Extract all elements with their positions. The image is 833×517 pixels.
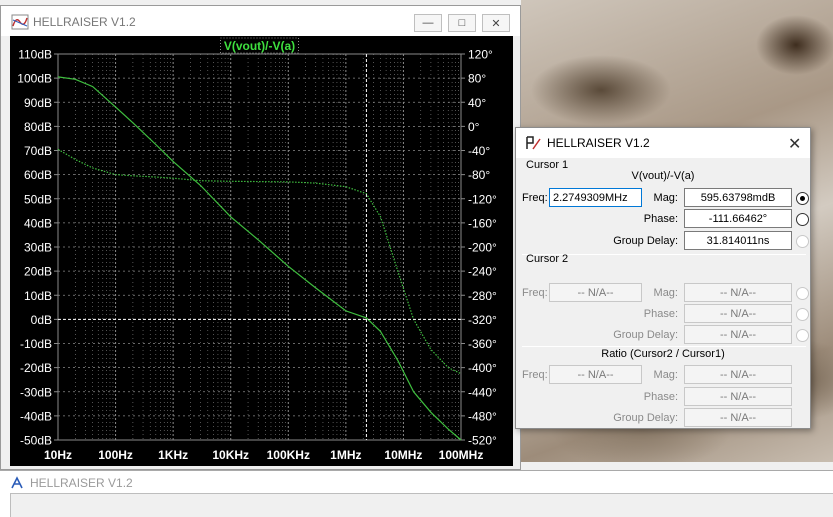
y-left-tick-label: -30dB [20, 385, 52, 399]
ratio-group-delay-field: -- N/A-- [684, 408, 792, 427]
cursor2-separator [522, 346, 806, 347]
maximize-button[interactable]: □ [448, 14, 476, 32]
ratio-phase-label: Phase: [643, 391, 678, 403]
y-left-tick-label: 0dB [31, 313, 52, 327]
ratio-mag-field: -- N/A-- [684, 365, 792, 384]
y-left-tick-label: 60dB [24, 168, 52, 182]
cursor2-phase-field: -- N/A-- [684, 304, 792, 323]
secondary-window-title: HELLRAISER V1.2 [30, 476, 133, 490]
cursor-dialog-titlebar[interactable]: HELLRAISER V1.2 ✕ [516, 128, 810, 158]
plot-window[interactable]: HELLRAISER V1.2 — □ ✕ 10Hz 100Hz 1KHz 10KHz… [0, 5, 521, 470]
ratio-group-delay-label: Group Delay: [613, 412, 678, 424]
y-right-tick-label: -440° [468, 385, 497, 399]
y-right-tick-label: -520° [468, 434, 497, 448]
cursor2-mag-label: Mag: [653, 287, 678, 299]
cursor1-mag-label: Mag: [653, 192, 678, 204]
y-right-tick-label: -120° [468, 192, 497, 206]
y-right-tick-label: -400° [468, 361, 497, 375]
secondary-window[interactable]: HELLRAISER V1.2 [0, 470, 833, 517]
cursor2-group-delay-field: -- N/A-- [684, 325, 792, 344]
x-tick-label: 10KHz [212, 448, 249, 462]
y-left-tick-label: -50dB [20, 434, 52, 448]
cursor2-phase-radio [796, 308, 809, 321]
cursor2-header: Cursor 2 [526, 253, 569, 265]
y-right-tick-label: -240° [468, 265, 497, 279]
x-tick-label: 1MHz [330, 448, 361, 462]
cursor2-group-delay-label: Group Delay: [613, 329, 678, 341]
secondary-window-titlebar[interactable]: HELLRAISER V1.2 [10, 474, 133, 492]
cursor-app-icon [526, 136, 541, 150]
cursor2-freq-label: Freq: [522, 287, 548, 299]
secondary-window-body [10, 493, 833, 517]
y-right-tick-label: -160° [468, 216, 497, 230]
cursor1-phase-radio[interactable] [796, 213, 809, 226]
y-right-tick-label: 0° [468, 120, 480, 134]
y-right-tick-label: 120° [468, 48, 493, 62]
cursor1-trace-name: V(vout)/-V(a) [631, 170, 695, 182]
y-left-tick-label: 80dB [24, 120, 52, 134]
y-right-tick-label: -280° [468, 289, 497, 303]
y-left-tick-label: 90dB [24, 96, 52, 110]
ltspice-app-icon [11, 476, 23, 489]
cursor2-mag-field: -- N/A-- [684, 283, 792, 302]
y-left-tick-label: 70dB [24, 144, 52, 158]
cursor-dialog[interactable]: HELLRAISER V1.2 ✕ Cursor 1 V(vout)/-V(a)… [515, 127, 811, 429]
close-button[interactable]: ✕ [482, 14, 510, 32]
ratio-phase-field: -- N/A-- [684, 387, 792, 406]
y-left-tick-label: 110dB [18, 48, 52, 62]
cursor1-group-delay-field[interactable]: 31.814011ns [684, 231, 792, 250]
x-tick-label: 1KHz [158, 448, 188, 462]
cursor1-phase-field[interactable]: -111.66462° [684, 209, 792, 228]
x-tick-label: 100MHz [439, 448, 484, 462]
y-left-tick-label: -10dB [20, 337, 52, 351]
y-left-tick-label: 50dB [24, 192, 52, 206]
y-right-tick-label: -480° [468, 409, 497, 423]
close-icon[interactable]: ✕ [788, 134, 801, 154]
x-tick-label: 100KHz [267, 448, 310, 462]
y-right-tick-label: 40° [468, 96, 486, 110]
ratio-freq-label: Freq: [522, 369, 548, 381]
y-right-tick-label: -320° [468, 313, 497, 327]
y-left-tick-label: 30dB [24, 241, 52, 255]
cursor1-mag-field[interactable]: 595.63798mdB [684, 188, 792, 207]
x-tick-label: 10MHz [384, 448, 422, 462]
chart-title: V(vout)/-V(a) [224, 39, 295, 53]
cursor2-mag-radio [796, 287, 809, 300]
cursor1-group-delay-radio[interactable] [796, 235, 809, 248]
cursor1-mag-radio[interactable] [796, 192, 809, 205]
bode-chart[interactable]: 10Hz 100Hz 1KHz 10KHz 100KHz 1MHz 10MHz 100MHz 1… [10, 36, 513, 466]
cursor1-group-delay-label: Group Delay: [613, 235, 678, 247]
y-right-tick-label: 80° [468, 72, 486, 86]
y-left-tick-label: 100dB [17, 72, 52, 86]
y-left-tick-label: 10dB [24, 289, 52, 303]
bode-plot-area[interactable]: 10Hz 100Hz 1KHz 10KHz 100KHz 1MHz 10MHz 100MHz 1… [10, 36, 513, 466]
cursor1-freq-input[interactable]: 2.2749309MHz [549, 188, 642, 207]
cursor2-group-delay-radio [796, 329, 809, 342]
x-tick-label: 10Hz [44, 448, 72, 462]
ratio-mag-label: Mag: [653, 369, 678, 381]
y-left-tick-label: 40dB [24, 216, 52, 230]
ratio-freq-field: -- N/A-- [549, 365, 642, 384]
y-right-tick-label: -360° [468, 337, 497, 351]
y-right-tick-label: -80° [468, 168, 490, 182]
plot-window-title: HELLRAISER V1.2 [33, 15, 136, 29]
y-left-tick-label: -20dB [20, 361, 52, 375]
waveform-app-icon [11, 14, 29, 30]
plot-window-titlebar[interactable]: HELLRAISER V1.2 — □ ✕ [1, 6, 520, 36]
minimize-button[interactable]: — [414, 14, 442, 32]
y-left-tick-label: 20dB [24, 265, 52, 279]
ratio-header: Ratio (Cursor2 / Cursor1) [601, 348, 725, 360]
y-right-tick-label: -200° [468, 241, 497, 255]
y-right-tick-label: -40° [468, 144, 490, 158]
cursor2-phase-label: Phase: [643, 308, 678, 320]
cursor1-freq-label: Freq: [522, 192, 548, 204]
cursor-dialog-title: HELLRAISER V1.2 [547, 136, 650, 150]
cursor2-freq-field: -- N/A-- [549, 283, 642, 302]
x-tick-label: 100Hz [98, 448, 133, 462]
y-left-tick-label: -40dB [20, 409, 52, 423]
cursor1-phase-label: Phase: [643, 213, 678, 225]
